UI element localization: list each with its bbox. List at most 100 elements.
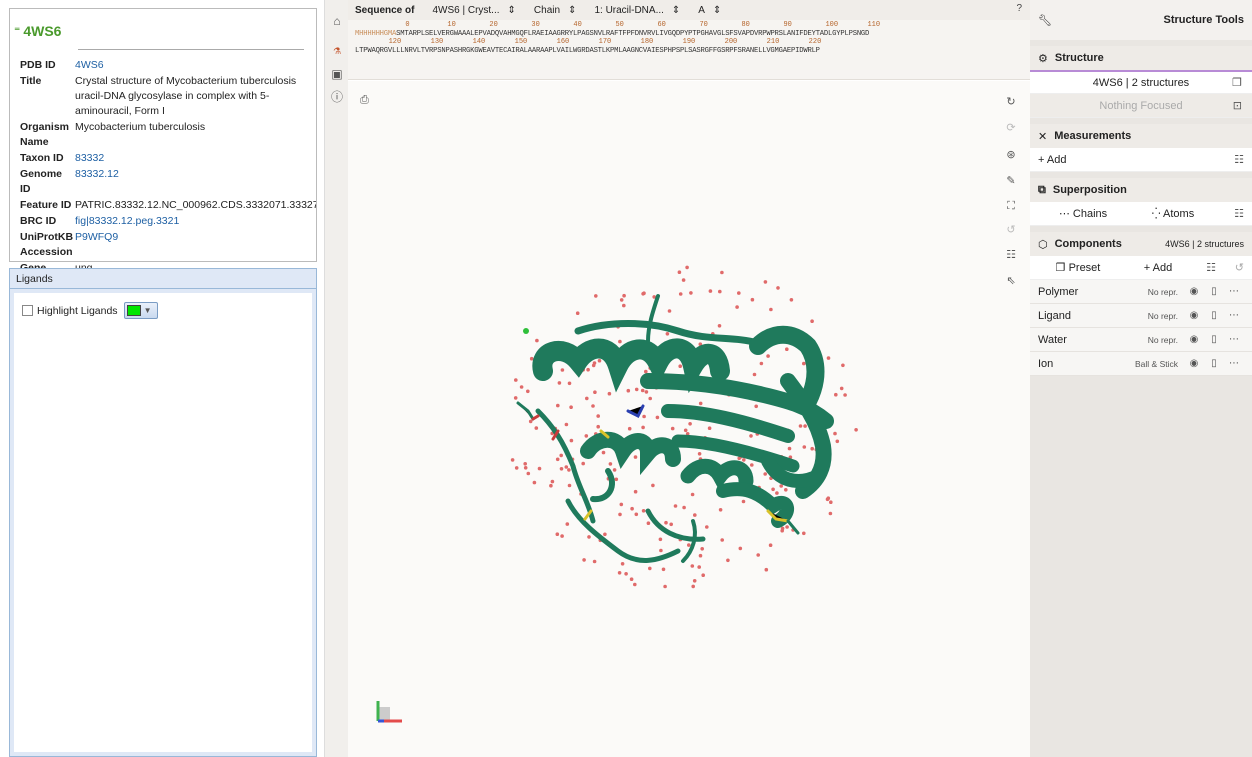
component-repr[interactable]: Ball & Stick (1126, 359, 1178, 369)
water-atom (766, 354, 770, 358)
info-row: UniProtKB Accession P9WFQ9 (20, 230, 316, 260)
info-key: Title (20, 75, 42, 87)
more-icon[interactable]: ⋯ (1224, 334, 1244, 345)
water-atom (763, 280, 768, 284)
water-atom (764, 567, 769, 572)
component-repr[interactable]: No repr. (1126, 287, 1178, 297)
highlight-ligands-checkbox[interactable] (22, 305, 33, 316)
water-atom (678, 364, 682, 369)
home-icon[interactable]: ⌂ (330, 14, 344, 28)
highlight-color-picker[interactable]: ▼ (123, 302, 158, 319)
water-atom (769, 307, 773, 312)
ligands-header: Ligands (10, 269, 316, 289)
water-atom (619, 502, 624, 507)
options-icon[interactable]: ☷ (1198, 261, 1224, 274)
component-repr[interactable]: No repr. (1126, 335, 1178, 345)
component-row[interactable]: Water No repr. ◉ ▯ ⋯ (1030, 328, 1252, 352)
add-component-label: Add (1152, 261, 1173, 274)
component-row[interactable]: Polymer No repr. ◉ ▯ ⋯ (1030, 280, 1252, 304)
chains-button[interactable]: ⋯ Chains (1038, 207, 1128, 220)
options-icon[interactable]: ☷ (1234, 153, 1244, 166)
add-measurement-button[interactable]: + Add (1038, 154, 1066, 166)
water-atom (690, 564, 695, 568)
water-atom (513, 396, 518, 400)
structure-info-box: ⁼ 4WS6 PDB ID 4WS6 Title Crystal structure … (9, 8, 317, 274)
water-atom (682, 505, 686, 510)
undo-icon[interactable]: ↺ (1235, 261, 1244, 274)
water-atom (697, 565, 701, 569)
mode-select[interactable]: Chain ⇕ (534, 5, 577, 16)
water-atom (567, 381, 572, 386)
water-atom (669, 522, 673, 527)
water-atom (510, 458, 515, 462)
entity-select[interactable]: 1: Uracil-DNA... ⇕ (594, 5, 680, 16)
water-atom (673, 504, 678, 508)
water-atom (689, 291, 693, 295)
options-icon[interactable]: ☷ (1234, 207, 1244, 220)
atoms-button[interactable]: ⁛ Atoms (1128, 207, 1218, 220)
structure-select[interactable]: 4WS6 | Cryst... ⇕ (432, 5, 515, 16)
measurements-section-header: ✕ Measurements (1030, 118, 1252, 148)
more-icon[interactable]: ⋯ (1224, 310, 1244, 321)
trash-icon[interactable]: ▯ (1204, 310, 1224, 321)
sequence-line-1[interactable]: MHHHHHHGMASMTARPLSELVERGWAAALEPVADQVAHMG… (355, 30, 869, 38)
add-component-button[interactable]: + Add (1118, 262, 1198, 274)
add-measurement-label: Add (1046, 153, 1067, 166)
copy-icon[interactable]: ❐ (1232, 76, 1242, 89)
component-name: Ion (1038, 357, 1054, 370)
molecule-icon[interactable]: ⚗ (330, 44, 344, 58)
focus-target-icon[interactable]: ⊡ (1233, 99, 1242, 112)
water-atom (529, 356, 534, 361)
water-atom (644, 369, 648, 374)
info-row: BRC ID fig|83332.12.peg.3321 (20, 214, 316, 229)
save-icon[interactable]: ▣ (330, 67, 344, 81)
water-atom (661, 567, 666, 572)
eye-icon[interactable]: ◉ (1184, 310, 1204, 321)
info-link[interactable]: 4WS6 (75, 58, 316, 73)
eye-icon[interactable]: ◉ (1184, 334, 1204, 345)
sequence-line-2[interactable]: LTPWAQRGVLLLNRVLTVRPSNPASHRGKGWEAVTECAIR… (355, 47, 820, 55)
more-icon[interactable]: ⋯ (1224, 286, 1244, 297)
3d-viewer[interactable]: ⎙ ↻ ⟳ ⊛ ✎ ⛶ ↺ ☷ ⇖ (348, 81, 1030, 757)
select-arrows-icon: ⇕ (507, 4, 516, 16)
water-atom (514, 466, 519, 470)
water-atom (667, 309, 672, 313)
trash-icon[interactable]: ▯ (1204, 358, 1224, 369)
water-atom (670, 426, 675, 431)
preset-button[interactable]: ❐ Preset (1038, 261, 1118, 274)
water-atom (735, 305, 739, 309)
trash-icon[interactable]: ▯ (1204, 334, 1224, 345)
component-row[interactable]: Ligand No repr. ◉ ▯ ⋯ (1030, 304, 1252, 328)
info-link[interactable]: P9WFQ9 (75, 230, 316, 260)
info-link[interactable]: 83332.12 (75, 167, 316, 197)
structure-selector[interactable]: 4WS6 | 2 structures ❐ (1030, 70, 1252, 94)
info-key: Taxon ID (20, 152, 64, 164)
structure-icon: ⚙ (1038, 52, 1048, 65)
focus-row[interactable]: Nothing Focused ⊡ (1030, 94, 1252, 118)
chain-select[interactable]: A ⇕ (698, 5, 721, 16)
help-icon[interactable]: ? (1016, 3, 1022, 14)
water-atom (834, 392, 838, 397)
water-atom (594, 294, 598, 298)
water-atom (691, 584, 695, 589)
info-row: Genome ID 83332.12 (20, 167, 316, 197)
molecule-canvas[interactable] (348, 81, 1030, 757)
eye-icon[interactable]: ◉ (1184, 358, 1204, 369)
water-atom (560, 368, 565, 372)
info-link[interactable]: 83332 (75, 151, 316, 166)
structure-select-value: 4WS6 | Cryst... (432, 4, 500, 16)
water-atom (519, 385, 524, 389)
water-atom (644, 390, 649, 394)
component-repr[interactable]: No repr. (1126, 311, 1178, 321)
trash-icon[interactable]: ▯ (1204, 286, 1224, 297)
component-row[interactable]: Ion Ball & Stick ◉ ▯ ⋯ (1030, 352, 1252, 376)
eye-icon[interactable]: ◉ (1184, 286, 1204, 297)
sequence-label: Sequence of (355, 4, 415, 16)
water-atom (854, 428, 858, 432)
water-atom (534, 426, 539, 430)
more-icon[interactable]: ⋯ (1224, 358, 1244, 369)
water-atom (677, 270, 682, 274)
help-icon[interactable]: ⓘ (330, 90, 344, 104)
water-atom (591, 363, 596, 368)
info-link[interactable]: fig|83332.12.peg.3321 (75, 214, 316, 229)
